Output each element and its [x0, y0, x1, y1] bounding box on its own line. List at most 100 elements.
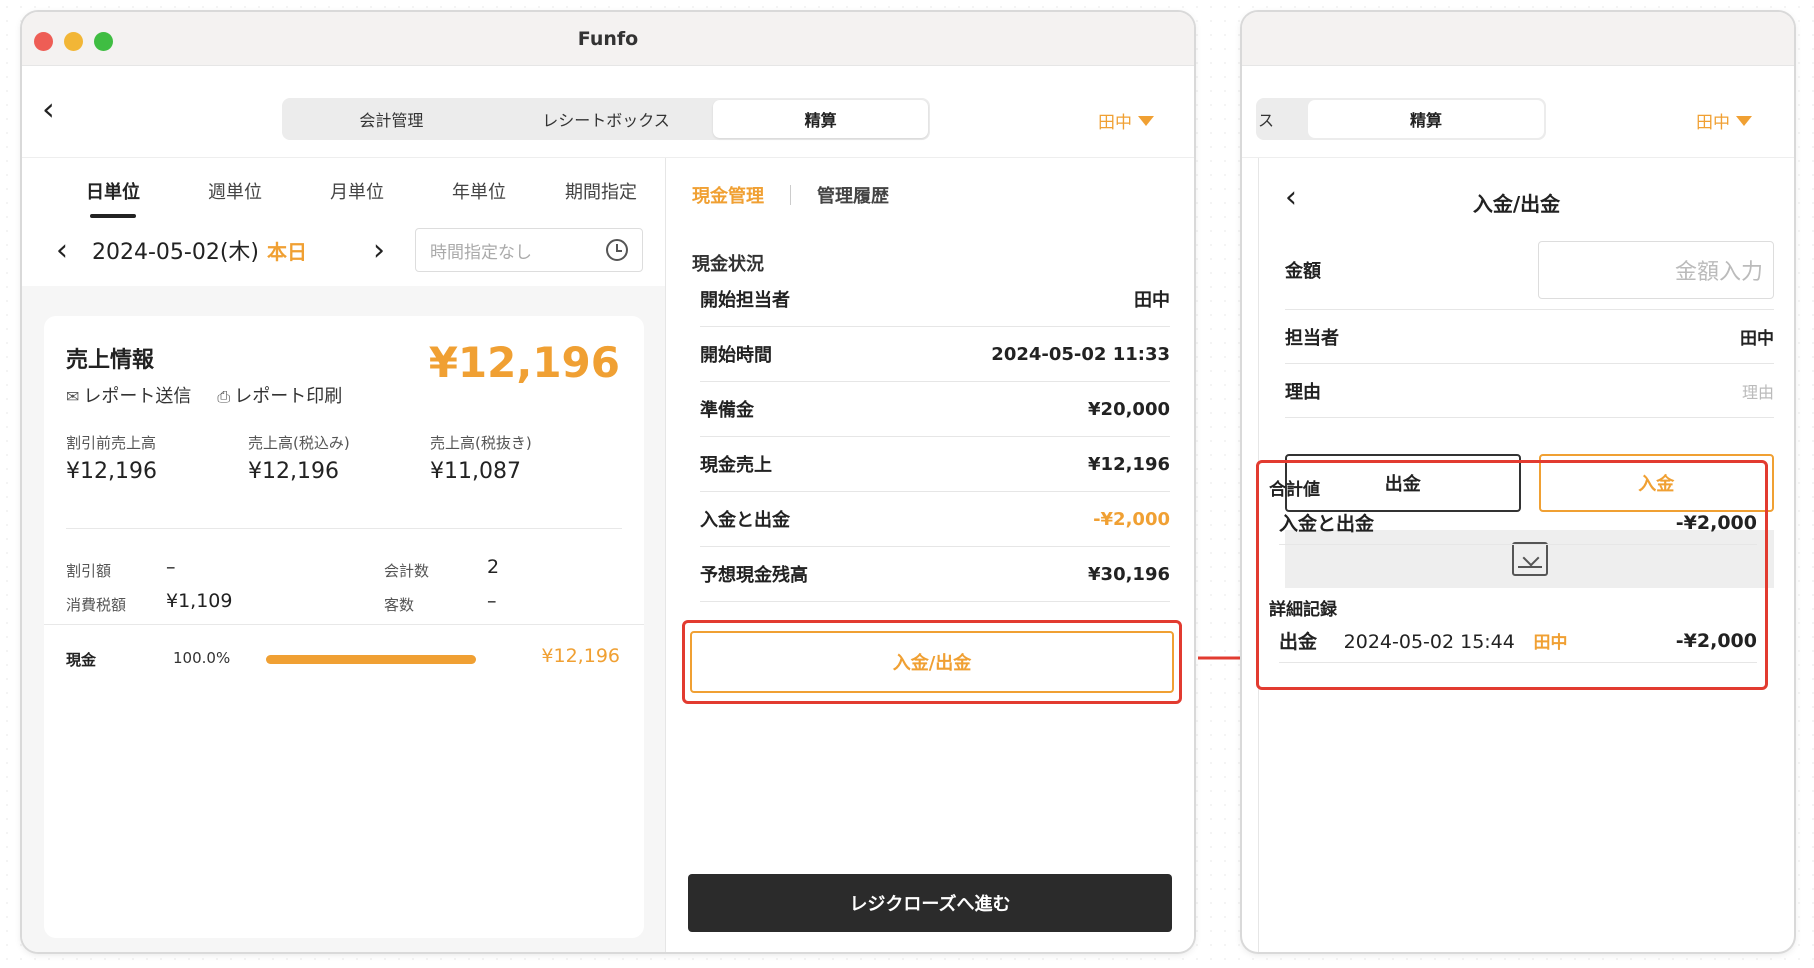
amount-placeholder: 金額入力 — [1674, 259, 1763, 285]
segment-receipt-box[interactable]: レシートボックス — [499, 100, 714, 138]
row-value: ¥30,196 — [1088, 563, 1170, 585]
tab-cash-management[interactable]: 現金管理 — [692, 182, 764, 208]
send-report-link[interactable]: ✉ レポート送信 — [66, 382, 191, 408]
person-value[interactable]: 田中 — [1740, 324, 1774, 349]
tax-value: ¥1,109 — [166, 590, 233, 612]
register-close-button[interactable]: レジクローズへ進む — [688, 874, 1172, 932]
period-tab-range[interactable]: 期間指定 — [540, 178, 662, 204]
segment-control: 会計管理 レシートボックス 精算 — [282, 98, 930, 140]
row-label: 現金売上 — [700, 455, 772, 476]
stat-gross: 割引前売上高 ¥12,196 — [66, 432, 248, 484]
period-tab-day[interactable]: 日単位 — [52, 178, 174, 218]
row-label: 入金と出金 — [700, 510, 790, 531]
date-row: ‹ 2024-05-02(木) 本日 › 時間指定なし — [44, 228, 643, 272]
payment-progress-fill — [266, 655, 476, 664]
prev-date-chevron-icon[interactable]: ‹ — [44, 233, 80, 268]
row-label: 開始時間 — [700, 345, 772, 366]
highlight-box: 入金/出金 — [682, 620, 1182, 704]
amount-input[interactable]: 金額入力 — [1538, 240, 1774, 299]
stat-value: ¥12,196 — [248, 459, 339, 484]
person-label: 担当者 — [1285, 327, 1339, 349]
back-chevron-icon[interactable]: ‹ — [42, 93, 66, 126]
sales-stats: 割引前売上高 ¥12,196 売上高(税込み) ¥12,196 売上高(税抜き)… — [66, 432, 612, 484]
sales-pane: 日単位 週単位 月単位 年単位 期間指定 ‹ 2024-05-02(木) 本日 … — [22, 158, 666, 952]
print-report-label: レポート印刷 — [234, 386, 343, 407]
tab-history[interactable]: 管理履歴 — [817, 182, 889, 208]
stat-value: ¥11,087 — [430, 459, 521, 484]
period-tab-year[interactable]: 年単位 — [418, 178, 540, 204]
reason-row: 理由 理由 — [1285, 364, 1774, 418]
amount-row: 金額 金額入力 — [1285, 230, 1774, 310]
sales-title: 売上情報 — [66, 348, 155, 373]
stat-label: 売上高(税抜き) — [430, 434, 532, 452]
period-selector: 日単位 週単位 月単位 年単位 期間指定 ‹ 2024-05-02(木) 本日 … — [22, 158, 665, 286]
amount-label: 金額 — [1285, 260, 1321, 282]
period-tab-month[interactable]: 月単位 — [296, 178, 418, 204]
cash-row: 準備金 ¥20,000 — [700, 382, 1170, 437]
cash-row: 現金売上 ¥12,196 — [700, 437, 1170, 492]
next-date-chevron-icon[interactable]: › — [361, 233, 397, 268]
detail-window: ス 精算 田中 ‹ 入金/出金 金額 金額入力 担当者 田中 理由 理由 出金 … — [1242, 12, 1794, 952]
reason-label: 理由 — [1285, 381, 1321, 403]
stat-tax-included: 売上高(税込み) ¥12,196 — [248, 432, 430, 484]
stat-tax-excluded: 売上高(税抜き) ¥11,087 — [430, 432, 612, 484]
total-row: 入金と出金 -¥2,000 — [1279, 501, 1757, 545]
row-value: ¥20,000 — [1088, 398, 1170, 420]
deposit-withdraw-button[interactable]: 入金/出金 — [690, 631, 1174, 693]
period-tab-week[interactable]: 週単位 — [174, 178, 296, 204]
discount-label: 割引額 — [66, 562, 112, 580]
cash-pane: 現金管理 管理履歴 現金状況 開始担当者 田中 開始時間 2024-05-02 11… — [666, 158, 1194, 952]
time-filter-placeholder: 時間指定なし — [430, 242, 532, 263]
payment-progress-bar — [266, 655, 476, 664]
clock-icon — [606, 239, 628, 261]
segment-settlement[interactable]: 精算 — [1308, 100, 1544, 138]
stat-label: 売上高(税込み) — [248, 434, 350, 452]
current-date: 2024-05-02(木) — [92, 240, 260, 265]
payment-amount: ¥12,196 — [541, 645, 620, 667]
sales-total: ¥12,196 — [428, 338, 620, 387]
title-bar: Funfo — [22, 12, 1194, 66]
divider — [44, 624, 644, 625]
row-label: 準備金 — [700, 400, 754, 421]
row-label: 開始担当者 — [700, 290, 790, 311]
detail-type: 出金 — [1279, 631, 1318, 653]
row-value: 2024-05-02 11:33 — [991, 343, 1170, 365]
time-filter-input[interactable]: 時間指定なし — [415, 228, 643, 272]
user-name: 田中 — [1696, 113, 1730, 133]
tax-label: 消費税額 — [66, 596, 127, 614]
panel-title: 入金/出金 — [1472, 192, 1561, 216]
stat-value: ¥12,196 — [66, 459, 157, 484]
mail-icon: ✉ — [66, 387, 80, 406]
reason-input[interactable]: 理由 — [1742, 379, 1774, 403]
cash-status-list: 開始担当者 田中 開始時間 2024-05-02 11:33 準備金 ¥20,000 … — [700, 272, 1170, 602]
user-menu[interactable]: 田中 — [1696, 108, 1752, 133]
print-report-link[interactable]: ⎙ レポート印刷 — [217, 382, 342, 408]
row-label: 予想現金残高 — [700, 565, 808, 586]
segment-receipt-box-partial[interactable]: ス — [1258, 100, 1308, 138]
detail-row: 出金 2024-05-02 15:44 田中 -¥2,000 — [1279, 619, 1757, 663]
guests-value: – — [487, 590, 497, 612]
user-menu[interactable]: 田中 — [1098, 108, 1154, 133]
window-title: Funfo — [577, 28, 639, 50]
count-label: 会計数 — [384, 562, 430, 580]
cash-row: 入金と出金 -¥2,000 — [700, 492, 1170, 547]
user-name: 田中 — [1098, 113, 1132, 133]
stat-label: 割引前売上高 — [66, 434, 157, 452]
total-heading: 合計値 — [1269, 480, 1320, 500]
segment-accounting[interactable]: 会計管理 — [284, 100, 499, 138]
segment-control: ス 精算 — [1256, 98, 1546, 140]
sales-card: 売上情報 ¥12,196 ✉ レポート送信 ⎙ レポート印刷 割引前売上高 ¥12,… — [44, 316, 644, 938]
cash-row: 開始担当者 田中 — [700, 272, 1170, 327]
main-window: Funfo ‹ 会計管理 レシートボックス 精算 田中 日単位 週単位 月単位 … — [22, 12, 1194, 952]
row-value: ¥12,196 — [1088, 453, 1170, 475]
cash-row: 開始時間 2024-05-02 11:33 — [700, 327, 1170, 382]
detail-time: 2024-05-02 15:44 — [1343, 631, 1515, 653]
segment-settlement[interactable]: 精算 — [713, 100, 929, 138]
highlight-box: 合計値 入金と出金 -¥2,000 詳細記録 出金 2024-05-02 15:… — [1256, 460, 1768, 690]
divider — [66, 528, 622, 529]
cash-row: 予想現金残高 ¥30,196 — [700, 547, 1170, 602]
payment-method: 現金 — [66, 651, 97, 669]
discount-value: – — [166, 556, 176, 578]
tab-separator — [790, 185, 791, 205]
printer-icon: ⎙ — [217, 387, 231, 406]
